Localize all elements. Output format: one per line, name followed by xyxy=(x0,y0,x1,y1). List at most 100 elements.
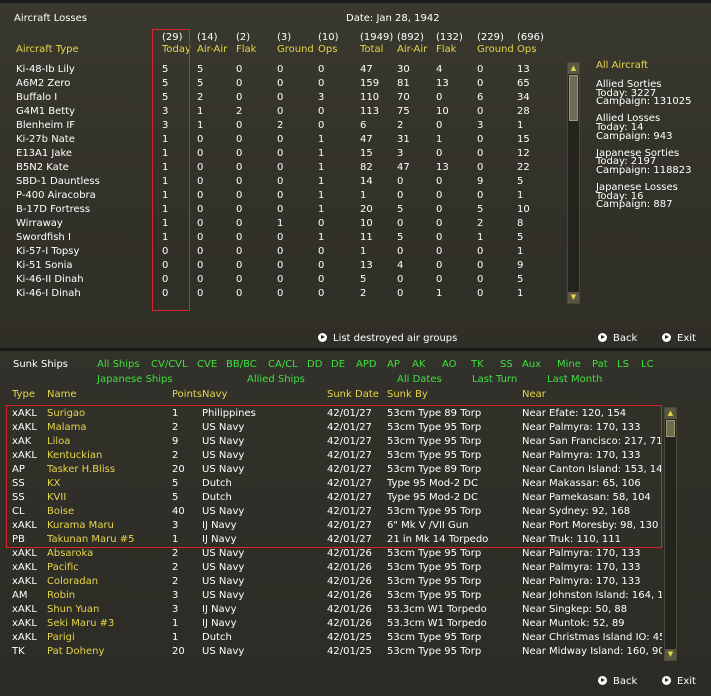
filter-last-month[interactable]: Last Month xyxy=(547,374,602,385)
filter-allied-ships[interactable]: Allied Ships xyxy=(247,374,305,385)
filter-ao[interactable]: AO xyxy=(442,359,457,370)
column-header[interactable]: Air-Air xyxy=(397,44,427,55)
back-button-bottom[interactable]: Back xyxy=(598,676,637,687)
filter-all-dates[interactable]: All Dates xyxy=(397,374,442,385)
sunk-date: 42/01/25 xyxy=(327,632,372,643)
aircraft-name[interactable]: B5N2 Kate xyxy=(16,162,69,173)
ship-name[interactable]: Absaroka xyxy=(47,548,93,559)
column-header[interactable]: Air-Air xyxy=(197,44,227,55)
ship-name[interactable]: Pat Doheny xyxy=(47,646,104,657)
column-header[interactable]: Aircraft Type xyxy=(16,44,79,55)
column-header[interactable]: Ops xyxy=(318,44,337,55)
aircraft-name[interactable]: Ki-57-I Topsy xyxy=(16,246,79,257)
loss-count: 0 xyxy=(197,246,204,257)
filter-ls[interactable]: LS xyxy=(617,359,629,370)
exit-button-bottom[interactable]: Exit xyxy=(662,676,696,687)
loss-count: 15 xyxy=(360,148,373,159)
scrollbar-thumb[interactable] xyxy=(666,420,675,437)
ships-scrollbar[interactable]: ▲ ▼ xyxy=(664,407,677,661)
filter-ak[interactable]: AK xyxy=(412,359,425,370)
filter-all-ships[interactable]: All Ships xyxy=(97,359,140,370)
scroll-down-arrow-icon[interactable]: ▼ xyxy=(665,649,676,660)
filter-ap[interactable]: AP xyxy=(387,359,400,370)
loss-count: 0 xyxy=(397,288,404,299)
aircraft-name[interactable]: G4M1 Betty xyxy=(16,106,75,117)
loss-count: 0 xyxy=(477,134,484,145)
loss-count: 13 xyxy=(436,78,449,89)
filter-tk[interactable]: TK xyxy=(471,359,484,370)
loss-count: 0 xyxy=(197,148,204,159)
column-header[interactable]: Points xyxy=(172,389,202,400)
aircraft-name[interactable]: Ki-46-II Dinah xyxy=(16,274,84,285)
aircraft-name[interactable]: SBD-1 Dauntless xyxy=(16,176,100,187)
aircraft-name[interactable]: Ki-27b Nate xyxy=(16,134,75,145)
aircraft-name[interactable]: Ki-48-Ib Lily xyxy=(16,64,75,75)
filter-pat[interactable]: Pat xyxy=(592,359,608,370)
column-header[interactable]: Sunk By xyxy=(387,389,428,400)
filter-lc[interactable]: LC xyxy=(641,359,654,370)
column-header[interactable]: Name xyxy=(47,389,77,400)
ship-points: 1 xyxy=(172,618,179,629)
scroll-up-arrow-icon[interactable]: ▲ xyxy=(568,63,579,74)
filter-de[interactable]: DE xyxy=(331,359,345,370)
ship-name[interactable]: Pacific xyxy=(47,562,79,573)
scroll-up-arrow-icon[interactable]: ▲ xyxy=(665,408,676,419)
all-aircraft-link[interactable]: All Aircraft xyxy=(596,60,648,71)
aircraft-name[interactable]: E13A1 Jake xyxy=(16,148,72,159)
column-header[interactable]: Near xyxy=(522,389,546,400)
filter-apd[interactable]: APD xyxy=(356,359,377,370)
column-header[interactable]: Type xyxy=(12,389,35,400)
scroll-down-arrow-icon[interactable]: ▼ xyxy=(568,292,579,303)
column-total: (2) xyxy=(236,32,251,43)
filter-mine[interactable]: Mine xyxy=(557,359,581,370)
scrollbar-thumb[interactable] xyxy=(569,75,578,121)
loss-count: 47 xyxy=(360,134,373,145)
filter-ca-cl[interactable]: CA/CL xyxy=(268,359,298,370)
exit-button-top[interactable]: Exit xyxy=(662,333,696,344)
filter-aux[interactable]: Aux xyxy=(522,359,541,370)
ship-name[interactable]: Shun Yuan xyxy=(47,604,99,615)
column-header[interactable]: Sunk Date xyxy=(327,389,379,400)
loss-count: 10 xyxy=(360,218,373,229)
ship-navy: US Navy xyxy=(202,646,245,657)
aircraft-name[interactable]: B-17D Fortress xyxy=(16,204,90,215)
aircraft-name[interactable]: P-400 Airacobra xyxy=(16,190,96,201)
column-header[interactable]: Ground xyxy=(277,44,314,55)
aircraft-name[interactable]: Ki-46-I Dinah xyxy=(16,288,81,299)
filter-japanese-ships[interactable]: Japanese Ships xyxy=(97,374,173,385)
filter-ss[interactable]: SS xyxy=(500,359,513,370)
loss-count: 0 xyxy=(477,106,484,117)
loss-count: 0 xyxy=(436,176,443,187)
sunk-location: Near Palmyra: 170, 133 xyxy=(522,576,641,587)
filter-bb-bc[interactable]: BB/BC xyxy=(226,359,257,370)
aircraft-name[interactable]: Wirraway xyxy=(16,218,63,229)
aircraft-name[interactable]: Ki-51 Sonia xyxy=(16,260,73,271)
filter-cve[interactable]: CVE xyxy=(197,359,217,370)
exit-label: Exit xyxy=(677,333,696,344)
aircraft-scrollbar[interactable]: ▲ ▼ xyxy=(567,62,580,304)
ship-navy: US Navy xyxy=(202,548,245,559)
column-header[interactable]: Flak xyxy=(236,44,256,55)
aircraft-name[interactable]: Swordfish I xyxy=(16,232,71,243)
list-destroyed-button[interactable]: List destroyed air groups xyxy=(318,333,457,344)
column-header[interactable]: Ops xyxy=(517,44,536,55)
back-button-top[interactable]: Back xyxy=(598,333,637,344)
sunk-date: 42/01/26 xyxy=(327,576,372,587)
aircraft-name[interactable]: A6M2 Zero xyxy=(16,78,70,89)
aircraft-name[interactable]: Buffalo I xyxy=(16,92,57,103)
ship-name[interactable]: Parigi xyxy=(47,632,75,643)
ship-name[interactable]: Coloradan xyxy=(47,576,98,587)
column-header[interactable]: Total xyxy=(360,44,383,55)
filter-cv-cvl[interactable]: CV/CVL xyxy=(151,359,188,370)
filter-last-turn[interactable]: Last Turn xyxy=(472,374,517,385)
ship-name[interactable]: Robin xyxy=(47,590,75,601)
ship-name[interactable]: Seki Maru #3 xyxy=(47,618,114,629)
loss-count: 82 xyxy=(360,162,373,173)
filter-dd[interactable]: DD xyxy=(307,359,322,370)
loss-count: 31 xyxy=(397,134,410,145)
column-header[interactable]: Ground xyxy=(477,44,514,55)
column-header[interactable]: Navy xyxy=(202,389,227,400)
aircraft-name[interactable]: Blenheim IF xyxy=(16,120,75,131)
column-header[interactable]: Flak xyxy=(436,44,456,55)
loss-count: 14 xyxy=(360,176,373,187)
